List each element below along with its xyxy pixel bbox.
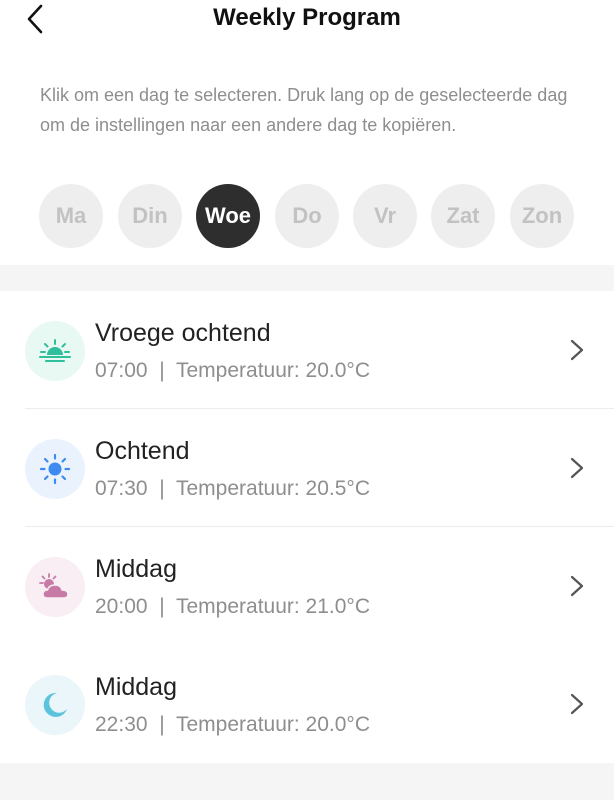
schedule-item-details: 07:30 | Temperatuur: 20.5°C [95,477,370,501]
schedule-temperature: Temperatuur: 20.5°C [176,477,370,500]
schedule-item-title: Vroege ochtend [95,319,271,347]
moon-icon [43,692,67,717]
day-button-zat[interactable]: Zat [431,184,495,248]
schedule-time: 20:00 [95,595,148,618]
schedule-item-title: Middag [95,555,177,583]
schedule-item-morning[interactable]: Ochtend 07:30 | Temperatuur: 20.5°C [0,409,614,527]
icon-badge [25,557,85,617]
chevron-right-icon [570,693,584,715]
icon-badge [25,439,85,499]
schedule-item-title: Ochtend [95,437,190,465]
schedule-time: 07:00 [95,359,148,382]
page-title: Weekly Program [213,4,401,31]
separator: | [159,713,165,736]
schedule-item-afternoon[interactable]: Middag 20:00 | Temperatuur: 21.0°C [0,527,614,645]
schedule-temperature: Temperatuur: 20.0°C [176,713,370,736]
icon-badge [25,675,85,735]
day-button-woe[interactable]: Woe [196,184,260,248]
schedule-item-details: 20:00 | Temperatuur: 21.0°C [95,595,370,619]
schedule-item-title: Middag [95,673,177,701]
separator: | [159,477,165,500]
schedule-list: Vroege ochtend 07:00 | Temperatuur: 20.0… [0,291,614,763]
schedule-temperature: Temperatuur: 21.0°C [176,595,370,618]
schedule-time: 22:30 [95,713,148,736]
day-button-do[interactable]: Do [275,184,339,248]
schedule-time: 07:30 [95,477,148,500]
schedule-item-details: 22:30 | Temperatuur: 20.0°C [95,713,370,737]
day-button-ma[interactable]: Ma [39,184,103,248]
day-button-din[interactable]: Din [118,184,182,248]
instruction-text: Klik om een dag te selecteren. Druk lang… [40,85,568,135]
day-button-vr[interactable]: Vr [353,184,417,248]
separator: | [159,595,165,618]
separator: | [159,359,165,382]
top-panel: Weekly Program Klik om een dag te select… [0,0,614,265]
icon-badge [25,321,85,381]
chevron-right-icon [570,457,584,479]
sun-icon [39,453,71,485]
day-button-zon[interactable]: Zon [510,184,574,248]
schedule-item-early-morning[interactable]: Vroege ochtend 07:00 | Temperatuur: 20.0… [0,291,614,409]
schedule-temperature: Temperatuur: 20.0°C [176,359,370,382]
chevron-right-icon [570,575,584,597]
sunrise-icon [39,339,71,362]
sun-cloud-icon [39,573,69,599]
chevron-right-icon [570,339,584,361]
schedule-item-details: 07:00 | Temperatuur: 20.0°C [95,359,370,383]
header: Weekly Program [0,0,614,40]
schedule-item-evening[interactable]: Middag 22:30 | Temperatuur: 20.0°C [0,645,614,763]
